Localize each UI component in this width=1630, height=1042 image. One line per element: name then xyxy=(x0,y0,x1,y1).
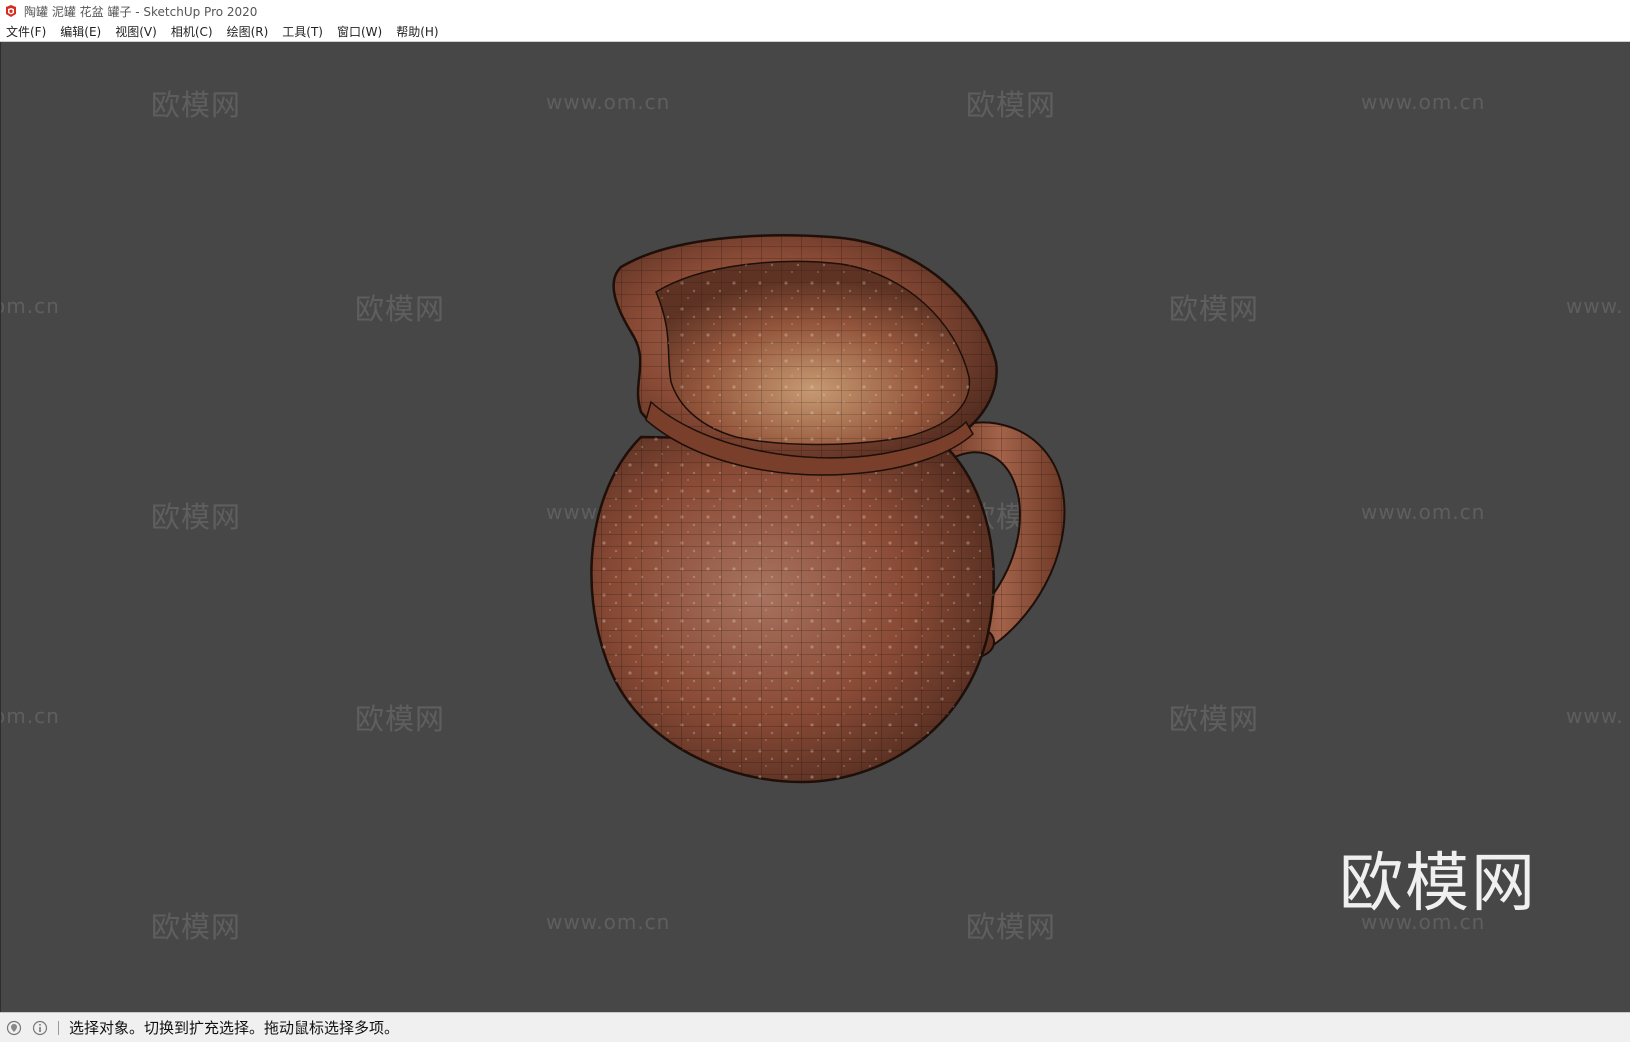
status-divider xyxy=(58,1020,59,1035)
model-viewport[interactable]: 欧模网 www.om.cn 欧模网 www.om.cn om.cn 欧模网 欧模… xyxy=(0,42,1630,1012)
menu-window[interactable]: 窗口(W) xyxy=(330,22,389,42)
status-bar: 选择对象。切换到扩充选择。拖动鼠标选择多项。 xyxy=(0,1012,1630,1042)
sketchup-window: 陶罐 泥罐 花盆 罐子 - SketchUp Pro 2020 文件(F) 编辑… xyxy=(0,0,1630,1042)
menu-camera[interactable]: 相机(C) xyxy=(164,22,220,42)
menu-edit[interactable]: 编辑(E) xyxy=(53,22,108,42)
watermark-logo-large: 欧模网 xyxy=(1339,847,1537,921)
sketchup-logo-icon xyxy=(6,5,16,17)
jug-body xyxy=(590,435,995,784)
menu-file[interactable]: 文件(F) xyxy=(0,22,53,42)
geo-location-icon[interactable] xyxy=(6,1020,22,1036)
menu-tools[interactable]: 工具(T) xyxy=(275,22,330,42)
info-icon[interactable] xyxy=(32,1020,48,1036)
menu-bar: 文件(F) 编辑(E) 视图(V) 相机(C) 绘图(R) 工具(T) 窗口(W… xyxy=(0,22,1630,42)
menu-view[interactable]: 视图(V) xyxy=(108,22,164,42)
menu-help[interactable]: 帮助(H) xyxy=(389,22,445,42)
menu-draw[interactable]: 绘图(R) xyxy=(220,22,276,42)
status-message: 选择对象。切换到扩充选择。拖动鼠标选择多项。 xyxy=(69,1019,400,1037)
title-bar: 陶罐 泥罐 花盆 罐子 - SketchUp Pro 2020 xyxy=(0,0,1630,22)
window-title: 陶罐 泥罐 花盆 罐子 - SketchUp Pro 2020 xyxy=(24,4,258,19)
